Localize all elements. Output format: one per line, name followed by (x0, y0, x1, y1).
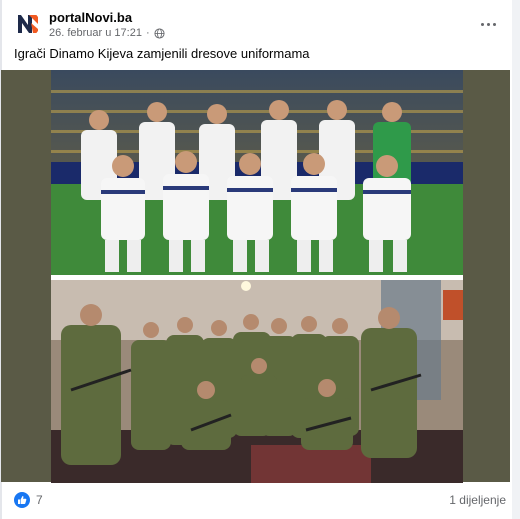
team-photo-in-kits[interactable] (51, 70, 463, 275)
globe-icon (154, 27, 165, 39)
share-count[interactable]: 1 dijeljenje (449, 493, 506, 507)
team-photo-in-military-uniforms[interactable] (51, 280, 463, 483)
reactions-summary[interactable]: 7 (14, 492, 43, 508)
like-icon (14, 492, 30, 508)
post-date[interactable]: 26. februar u 17:21 (49, 27, 142, 39)
post-header: portalNovi.ba 26. februar u 17:21 · (14, 10, 514, 44)
page-avatar[interactable] (14, 11, 40, 37)
portal-logo (14, 11, 40, 37)
meta-separator: · (145, 27, 150, 39)
reaction-count: 7 (36, 493, 43, 507)
more-options-icon[interactable] (476, 14, 500, 34)
post-text: Igrači Dinamo Kijeva zamjenili dresove u… (14, 46, 310, 61)
post-meta: 26. februar u 17:21 · (49, 27, 165, 39)
page-name[interactable]: portalNovi.ba (49, 10, 132, 25)
post-media[interactable] (1, 70, 510, 483)
right-frame-strip (512, 0, 520, 519)
